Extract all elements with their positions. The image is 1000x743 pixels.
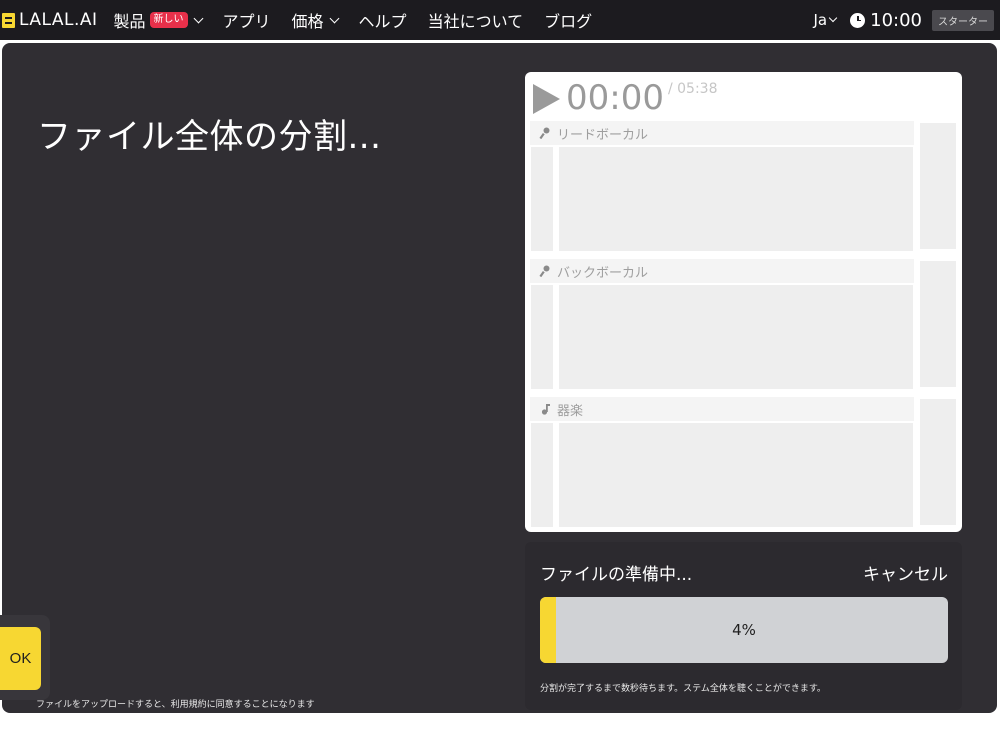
track-instrumental: 器楽 [530, 397, 957, 527]
track-control[interactable] [531, 285, 553, 389]
track-header: バックボーカル [530, 259, 914, 283]
track-name: 器楽 [557, 403, 584, 419]
playback-controls: 00:00 / 05:38 [533, 78, 718, 118]
music-note-icon [541, 404, 550, 415]
track-download[interactable] [920, 399, 956, 525]
logo[interactable]: LALAL.AI [2, 10, 98, 30]
cookie-ok-button[interactable]: OK [0, 627, 41, 690]
nav-item-products[interactable]: 製品 新しい [113, 8, 203, 32]
track-download[interactable] [920, 261, 956, 387]
main-nav: 製品 新しい アプリ 価格 ヘルプ 当社について ブログ [114, 8, 614, 32]
microphone-icon [539, 127, 550, 139]
progress-bar: 4% [540, 597, 948, 663]
nav-item-label: 当社について [427, 12, 524, 31]
total-time: / 05:38 [667, 81, 718, 97]
nav-item-blog[interactable]: ブログ [544, 8, 592, 32]
track-control[interactable] [531, 147, 553, 251]
track-waveform[interactable] [559, 147, 913, 251]
terms-notice: ファイルをアップロードすると、利用規約に同意することになります [36, 700, 315, 710]
nav-item-label: アプリ [222, 12, 271, 31]
logo-text: LALAL.AI [19, 10, 98, 30]
play-icon[interactable] [533, 84, 560, 114]
nav-item-pricing[interactable]: 価格 [291, 8, 339, 32]
track-header: リードボーカル [530, 121, 914, 145]
track-waveform[interactable] [559, 285, 913, 389]
track-lead-vocals: リードボーカル [530, 121, 957, 251]
account-area: Ja 10:00 スターター [813, 0, 994, 40]
current-time: 00:00 [566, 78, 664, 118]
track-name: リードボーカル [557, 127, 649, 143]
nav-item-about[interactable]: 当社について [428, 8, 524, 32]
language-selector[interactable]: Ja [813, 11, 838, 29]
new-badge: 新しい [149, 12, 188, 28]
chevron-down-icon [329, 13, 339, 23]
progress-status: ファイルの準備中... [540, 565, 693, 585]
credits-value: 10:00 [870, 9, 922, 31]
plan-badge[interactable]: スターター [932, 9, 994, 31]
nav-item-label: ブログ [544, 12, 593, 31]
cancel-button[interactable]: キャンセル [863, 560, 948, 585]
nav-item-help[interactable]: ヘルプ [359, 8, 407, 32]
nav-item-label: ヘルプ [358, 12, 407, 31]
clock-icon [850, 12, 866, 28]
chevron-down-icon [828, 13, 838, 23]
credits-balance[interactable]: 10:00 [850, 10, 922, 31]
track-download[interactable] [920, 123, 956, 249]
track-backing-vocals: バックボーカル [530, 259, 957, 389]
progress-card: ファイルの準備中... キャンセル 4% 分割が完了するまで数秒待ちます。ステム… [525, 542, 962, 710]
language-label: Ja [813, 11, 828, 29]
nav-item-label: 価格 [291, 12, 324, 31]
main-panel: ファイル全体の分割... 00:00 / 05:38 リードボーカル バックボー… [2, 43, 997, 713]
progress-note: 分割が完了するまで数秒待ちます。ステム全体を聴くことができます。 [540, 684, 826, 694]
logo-icon [2, 12, 15, 28]
track-control[interactable] [531, 423, 553, 527]
chevron-down-icon [193, 13, 203, 23]
page-title: ファイル全体の分割... [37, 117, 382, 157]
microphone-icon [539, 265, 550, 277]
progress-percent: 4% [732, 621, 756, 639]
track-name: バックボーカル [557, 265, 649, 281]
stem-player: 00:00 / 05:38 リードボーカル バックボーカル 器楽 [525, 72, 962, 532]
track-waveform[interactable] [559, 423, 913, 527]
top-navigation-bar: LALAL.AI 製品 新しい アプリ 価格 ヘルプ 当社について ブログ Ja [0, 0, 1000, 40]
nav-item-label: 製品 [113, 12, 146, 31]
track-header: 器楽 [530, 397, 914, 421]
nav-item-apps[interactable]: アプリ [223, 8, 271, 32]
